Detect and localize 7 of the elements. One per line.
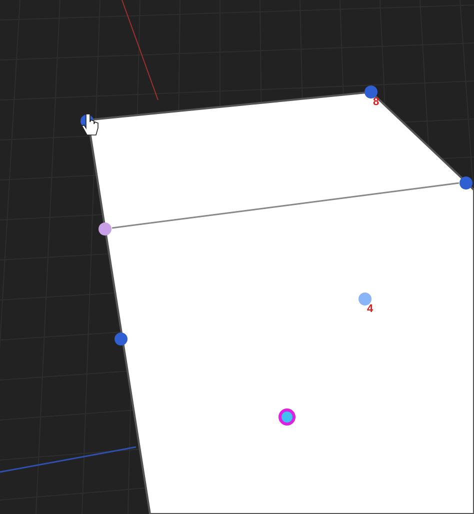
- vertex-point[interactable]: [460, 176, 472, 190]
- vertex-number: 8: [373, 96, 380, 108]
- plane-face[interactable]: [86, 90, 474, 514]
- vertex-point[interactable]: [98, 222, 112, 236]
- vertex-point[interactable]: [114, 332, 128, 346]
- vertex-point[interactable]: [364, 86, 378, 98]
- vertex-number: 4: [367, 303, 374, 315]
